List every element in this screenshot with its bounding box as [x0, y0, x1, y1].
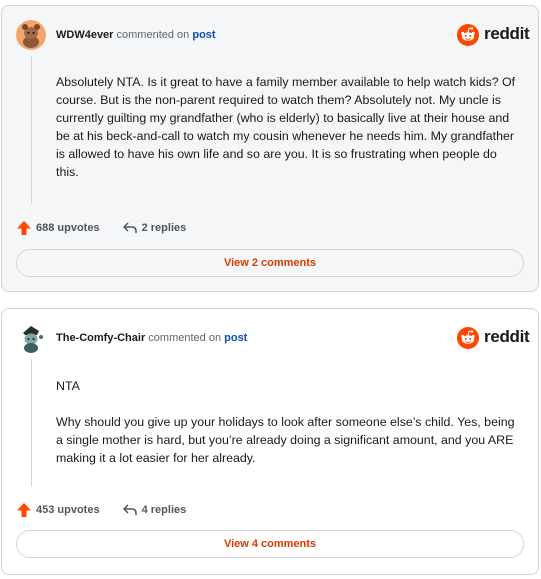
comment-card: WDW4ever commented on post reddit Absolu… [1, 5, 539, 292]
upvote-count: 688 upvotes [36, 222, 100, 234]
view-comments-button[interactable]: View 2 comments [16, 249, 524, 277]
comment-meta: WDW4ever commented on post [56, 29, 216, 41]
username-link[interactable]: The-Comfy-Chair [56, 332, 145, 344]
comment-body: NTA Why should you give up your holidays… [56, 377, 522, 485]
reddit-snoo-icon [457, 24, 479, 46]
comment-body: Absolutely NTA. Is it great to have a fa… [56, 73, 522, 199]
comment-card: The-Comfy-Chair commented on post reddit… [1, 308, 539, 575]
reply-count: 4 replies [141, 504, 187, 516]
comment-actions: 453 upvotes 4 replies [16, 501, 208, 519]
comment-meta: The-Comfy-Chair commented on post [56, 332, 247, 344]
upvote-arrow-icon [17, 503, 31, 517]
comment-header: WDW4ever commented on post reddit [16, 20, 530, 52]
reply-arrow-icon [122, 222, 137, 233]
view-comments-button[interactable]: View 4 comments [16, 530, 524, 558]
action-text: commented on [148, 332, 222, 344]
thread-line[interactable] [31, 359, 32, 486]
upvote-count: 453 upvotes [36, 504, 100, 516]
username-link[interactable]: WDW4ever [56, 29, 113, 41]
reply-count: 2 replies [141, 222, 187, 234]
action-text: commented on [116, 29, 190, 41]
upvote-button[interactable]: 688 upvotes [16, 220, 100, 236]
upvote-button[interactable]: 453 upvotes [16, 502, 100, 518]
thread-line[interactable] [31, 56, 32, 204]
snoo-avatar-icon [16, 20, 46, 50]
comment-header: The-Comfy-Chair commented on post reddit [16, 323, 530, 355]
replies-button[interactable]: 4 replies [122, 503, 187, 517]
reply-arrow-icon [122, 504, 137, 515]
post-link[interactable]: post [192, 29, 215, 41]
snoo-avatar-icon [16, 323, 46, 353]
replies-button[interactable]: 2 replies [122, 221, 187, 235]
post-link[interactable]: post [224, 332, 247, 344]
comment-actions: 688 upvotes 2 replies [16, 219, 208, 237]
comment-paragraph: Absolutely NTA. Is it great to have a fa… [56, 75, 516, 179]
reddit-snoo-icon [457, 327, 479, 349]
reddit-wordmark: reddit [484, 24, 530, 43]
reddit-wordmark: reddit [484, 327, 530, 346]
user-avatar[interactable] [16, 323, 46, 353]
comment-paragraph: NTA [56, 379, 80, 393]
reddit-logo[interactable]: reddit [457, 23, 530, 47]
comment-paragraph: Why should you give up your holidays to … [56, 415, 515, 465]
reddit-logo[interactable]: reddit [457, 326, 530, 350]
user-avatar[interactable] [16, 20, 46, 50]
upvote-arrow-icon [17, 221, 31, 235]
